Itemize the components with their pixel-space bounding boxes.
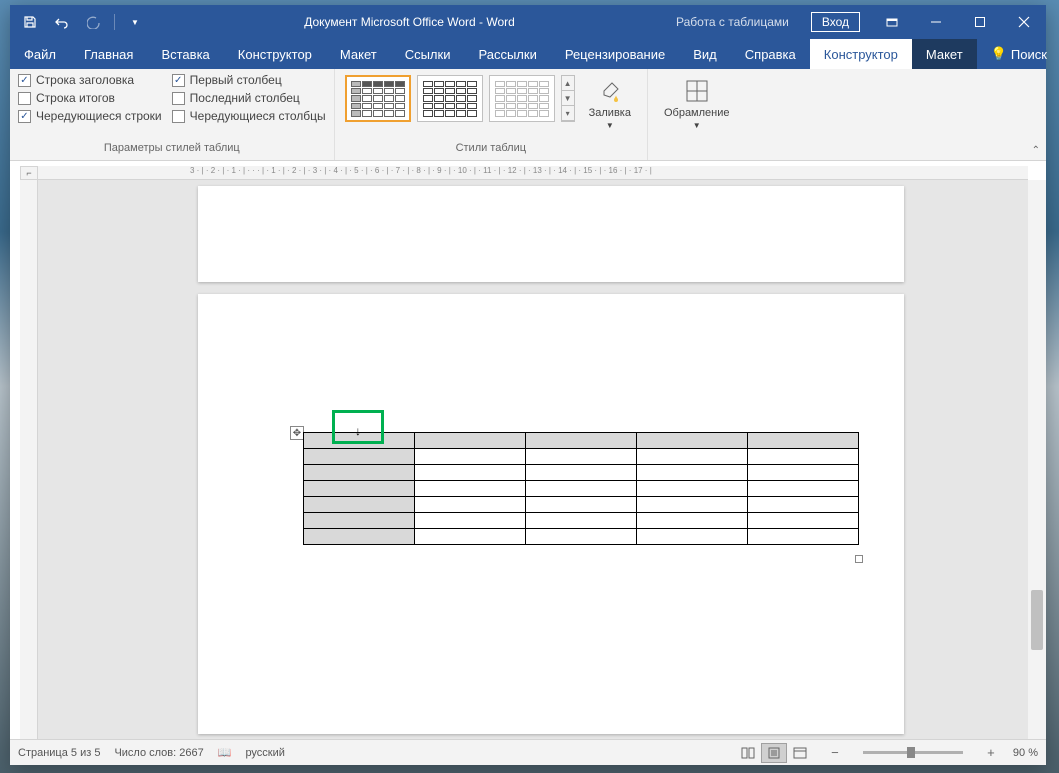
chevron-down-icon: ▼ (606, 121, 614, 130)
table-row[interactable] (304, 529, 859, 545)
qat-customize-button[interactable]: ▼ (121, 8, 149, 36)
document-area[interactable]: ✥ (38, 180, 1028, 739)
tab-references[interactable]: Ссылки (391, 39, 465, 69)
statusbar: Страница 5 из 5 Число слов: 2667 📖 русск… (10, 739, 1046, 765)
redo-button[interactable] (80, 8, 108, 36)
group-borders: Обрамление ▼ (648, 69, 746, 160)
zoom-level[interactable]: 90 % (1013, 747, 1038, 759)
tab-file[interactable]: Файл (10, 39, 70, 69)
table-row[interactable] (304, 513, 859, 529)
spellcheck-icon[interactable]: 📖 (218, 746, 232, 759)
titlebar: ▼ Документ Microsoft Office Word - Word … (10, 5, 1046, 39)
group-table-styles: ▲▼▾ Заливка ▼ Стили таблиц (335, 69, 648, 160)
status-language[interactable]: русский (245, 747, 284, 759)
table-row[interactable] (304, 433, 859, 449)
collapse-ribbon-button[interactable]: ⌃ (1032, 145, 1040, 156)
tab-constructor[interactable]: Конструктор (224, 39, 326, 69)
tab-table-constructor[interactable]: Конструктор (810, 39, 912, 69)
chk-banded-rows[interactable]: ✓Чередующиеся строки (18, 109, 162, 123)
borders-icon (683, 77, 711, 105)
view-mode-buttons (735, 743, 813, 763)
close-button[interactable] (1002, 5, 1046, 39)
lightbulb-icon: 💡 (991, 46, 1007, 62)
tab-layout[interactable]: Макет (326, 39, 391, 69)
chk-first-col[interactable]: ✓Первый столбец (172, 73, 326, 87)
quick-access-toolbar: ▼ (10, 8, 155, 36)
tab-insert[interactable]: Вставка (147, 39, 223, 69)
separator (114, 14, 115, 30)
table-style-1[interactable] (345, 75, 411, 122)
search-label: Поиск (1011, 47, 1047, 62)
login-button[interactable]: Вход (811, 12, 860, 32)
app-window: ▼ Документ Microsoft Office Word - Word … (10, 5, 1046, 765)
table-row[interactable] (304, 497, 859, 513)
chevron-down-icon: ▼ (693, 121, 701, 130)
table-style-2[interactable] (417, 75, 483, 122)
maximize-button[interactable] (958, 5, 1002, 39)
minimize-button[interactable] (914, 5, 958, 39)
table-move-handle[interactable]: ✥ (290, 426, 304, 440)
bucket-icon (596, 77, 624, 105)
tab-view[interactable]: Вид (679, 39, 731, 69)
table-row[interactable] (304, 465, 859, 481)
group-table-style-options: ✓Строка заголовка Строка итогов ✓Чередую… (10, 69, 335, 160)
group-label-options: Параметры стилей таблиц (18, 142, 326, 158)
zoom-out-button[interactable]: − (827, 745, 843, 761)
ribbon: ✓Строка заголовка Строка итогов ✓Чередую… (10, 69, 1046, 161)
save-button[interactable] (16, 8, 44, 36)
document-table[interactable] (303, 432, 859, 545)
tab-mailings[interactable]: Рассылки (464, 39, 550, 69)
table-row[interactable] (304, 449, 859, 465)
vertical-scrollbar[interactable] (1028, 180, 1046, 739)
chk-last-col[interactable]: Последний столбец (172, 91, 326, 105)
view-read-button[interactable] (735, 743, 761, 763)
zoom-in-button[interactable]: + (983, 745, 999, 761)
tab-search[interactable]: 💡 Поиск (977, 39, 1059, 69)
scrollbar-thumb[interactable] (1031, 590, 1043, 650)
view-web-button[interactable] (787, 743, 813, 763)
chk-total-row[interactable]: Строка итогов (18, 91, 162, 105)
table-styles-more[interactable]: ▲▼▾ (561, 75, 575, 122)
borders-button[interactable]: Обрамление ▼ (656, 73, 738, 134)
vertical-ruler[interactable] (20, 180, 38, 739)
tab-help[interactable]: Справка (731, 39, 810, 69)
status-page[interactable]: Страница 5 из 5 (18, 747, 100, 759)
table-resize-handle[interactable] (855, 555, 863, 563)
ruler-corner[interactable]: ⌐ (20, 166, 38, 180)
horizontal-ruler[interactable]: 3 · | · 2 · | · 1 · | · · · | · 1 · | · … (38, 166, 1028, 180)
ribbon-display-button[interactable] (870, 5, 914, 39)
context-tab-label: Работа с таблицами (664, 5, 801, 39)
page-prev (198, 186, 904, 282)
zoom-slider-thumb[interactable] (907, 747, 915, 758)
zoom-slider[interactable] (863, 751, 963, 754)
window-title: Документ Microsoft Office Word - Word (155, 15, 664, 29)
chk-header-row[interactable]: ✓Строка заголовка (18, 73, 162, 87)
chk-banded-cols[interactable]: Чередующиеся столбцы (172, 109, 326, 123)
tab-table-layout[interactable]: Макет (912, 39, 977, 69)
view-print-button[interactable] (761, 743, 787, 763)
group-label-styles: Стили таблиц (343, 142, 639, 158)
status-word-count[interactable]: Число слов: 2667 (114, 747, 203, 759)
table-row[interactable] (304, 481, 859, 497)
shading-button[interactable]: Заливка ▼ (581, 73, 639, 134)
table-style-3[interactable] (489, 75, 555, 122)
ribbon-tabs: Файл Главная Вставка Конструктор Макет С… (10, 39, 1046, 69)
undo-button[interactable] (48, 8, 76, 36)
table-styles-gallery: ▲▼▾ (343, 73, 577, 124)
tab-home[interactable]: Главная (70, 39, 147, 69)
tab-review[interactable]: Рецензирование (551, 39, 679, 69)
